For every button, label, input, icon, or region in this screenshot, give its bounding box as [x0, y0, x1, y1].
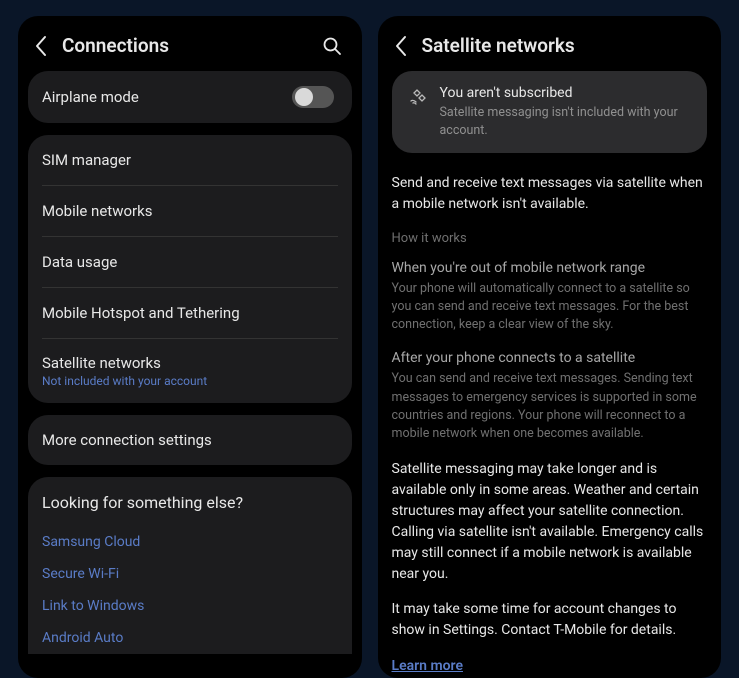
airplane-mode-toggle[interactable]: [292, 86, 334, 108]
notice-title: You aren't subscribed: [440, 85, 692, 101]
more-settings-label: More connection settings: [42, 431, 334, 449]
row-content: Satellite networks Not included with you…: [42, 354, 334, 388]
footer-card: Looking for something else? Samsung Clou…: [28, 477, 352, 654]
mobile-networks-label: Mobile networks: [42, 202, 334, 220]
info-block-range: When you're out of mobile network range …: [392, 260, 708, 334]
hotspot-row[interactable]: Mobile Hotspot and Tethering: [28, 288, 352, 338]
hotspot-label: Mobile Hotspot and Tethering: [42, 304, 334, 322]
airplane-mode-label: Airplane mode: [42, 88, 292, 106]
search-button[interactable]: [322, 36, 342, 56]
warning-text-1: Satellite messaging may take longer and …: [392, 459, 708, 585]
content: You aren't subscribed Satellite messagin…: [378, 71, 722, 678]
sim-manager-row[interactable]: SIM manager: [28, 135, 352, 185]
header: Connections: [18, 16, 362, 71]
chevron-left-icon: [34, 35, 48, 57]
satellite-networks-sublabel: Not included with your account: [42, 374, 334, 388]
data-usage-label: Data usage: [42, 253, 334, 271]
intro-text: Send and receive text messages via satel…: [392, 173, 708, 215]
notice-text: Satellite messaging isn't included with …: [440, 104, 692, 139]
subscription-notice[interactable]: You aren't subscribed Satellite messagin…: [392, 71, 708, 153]
data-usage-row[interactable]: Data usage: [28, 237, 352, 287]
footer-title: Looking for something else?: [42, 493, 338, 512]
samsung-cloud-link[interactable]: Samsung Cloud: [42, 526, 338, 558]
info-body: Your phone will automatically connect to…: [392, 280, 708, 334]
network-card: SIM manager Mobile networks Data usage M…: [28, 135, 352, 403]
satellite-networks-label: Satellite networks: [42, 354, 334, 372]
page-title: Connections: [62, 34, 308, 57]
back-button[interactable]: [394, 35, 408, 57]
toggle-knob: [295, 88, 313, 106]
chevron-left-icon: [394, 35, 408, 57]
how-it-works-label: How it works: [392, 231, 708, 246]
more-card: More connection settings: [28, 415, 352, 465]
header: Satellite networks: [378, 16, 722, 71]
info-heading: When you're out of mobile network range: [392, 260, 708, 276]
info-heading: After your phone connects to a satellite: [392, 350, 708, 366]
airplane-card: Airplane mode: [28, 71, 352, 123]
learn-more-link[interactable]: Learn more: [392, 658, 463, 674]
connections-screen: Connections Airplane mode SIM manager Mo…: [18, 16, 362, 678]
mobile-networks-row[interactable]: Mobile networks: [28, 186, 352, 236]
android-auto-link[interactable]: Android Auto: [42, 622, 338, 654]
sim-manager-label: SIM manager: [42, 151, 334, 169]
notice-content: You aren't subscribed Satellite messagin…: [440, 85, 692, 139]
warning-text-2: It may take some time for account change…: [392, 599, 708, 641]
back-button[interactable]: [34, 35, 48, 57]
airplane-mode-row[interactable]: Airplane mode: [28, 71, 352, 123]
info-body: You can send and receive text messages. …: [392, 370, 708, 443]
more-settings-row[interactable]: More connection settings: [28, 415, 352, 465]
secure-wifi-link[interactable]: Secure Wi-Fi: [42, 558, 338, 590]
satellite-networks-row[interactable]: Satellite networks Not included with you…: [28, 339, 352, 403]
satellite-icon: [408, 87, 428, 111]
info-block-connect: After your phone connects to a satellite…: [392, 350, 708, 443]
satellite-screen: Satellite networks You aren't subscribed…: [378, 16, 722, 678]
search-icon: [322, 36, 342, 56]
content: Airplane mode SIM manager Mobile network…: [18, 71, 362, 654]
page-title: Satellite networks: [422, 34, 702, 57]
link-to-windows-link[interactable]: Link to Windows: [42, 590, 338, 622]
